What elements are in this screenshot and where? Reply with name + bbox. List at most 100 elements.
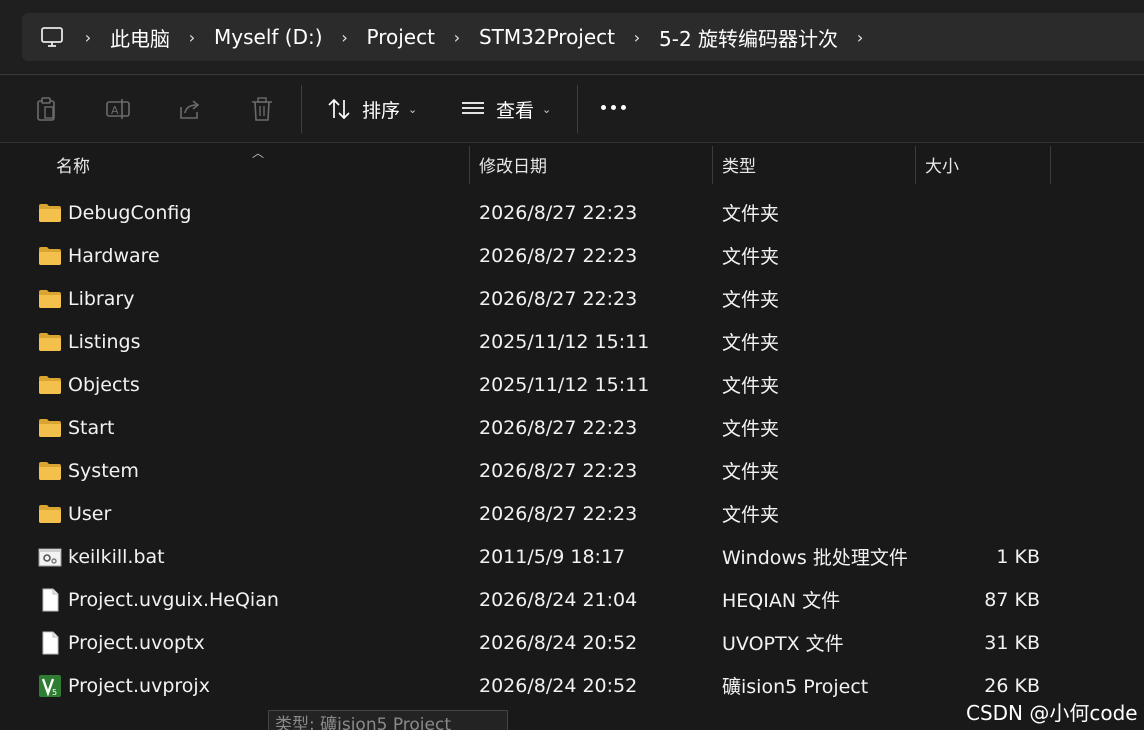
list-item[interactable]: Hardware 2026/8/27 22:23 文件夹 [0,234,1144,277]
file-size [916,449,1040,492]
file-name-cell[interactable]: Project.uvguix.HeQian [38,578,279,621]
paste-icon[interactable] [33,96,59,122]
more-options-icon[interactable] [601,105,626,110]
file-name-cell[interactable]: 5 Project.uvprojx [38,664,210,707]
file-type: 文件夹 [722,246,780,268]
file-name-cell[interactable]: DebugConfig [38,191,191,234]
list-item[interactable]: Project.uvoptx 2026/8/24 20:52 UVOPTX 文件 31… [0,621,1144,664]
breadcrumb-item-current-folder[interactable]: 5-2 旋转编码器计次 [655,23,842,52]
blank-file-icon [38,588,62,612]
file-date: 2026/8/24 21:04 [479,588,638,611]
view-lines-icon [462,102,484,114]
folder-icon [38,416,62,440]
trash-icon[interactable] [249,96,275,122]
file-date: 2025/11/12 15:11 [479,330,650,353]
file-date: 2026/8/27 22:23 [479,459,638,482]
sort-arrows-icon [328,98,350,120]
chevron-right-icon[interactable]: › [619,28,655,47]
file-name-cell[interactable]: Objects [38,363,140,406]
column-header-type[interactable]: 类型 [722,144,756,184]
file-name-cell[interactable]: keilkill.bat [38,535,165,578]
folder-icon [38,373,62,397]
file-type: 文件夹 [722,332,780,354]
column-resize-handle[interactable] [915,146,916,184]
file-name-cell[interactable]: Project.uvoptx [38,621,205,664]
list-item[interactable]: Start 2026/8/27 22:23 文件夹 [0,406,1144,449]
file-size: 31 KB [984,631,1040,654]
command-toolbar: A 排序 ⌄ 查看 ⌄ [0,75,1144,143]
file-type: UVOPTX 文件 [722,633,844,655]
list-item[interactable]: Objects 2025/11/12 15:11 文件夹 [0,363,1144,406]
file-name: Library [68,287,135,310]
file-name-cell[interactable]: Start [38,406,114,449]
file-date: 2011/5/9 18:17 [479,545,626,568]
file-name: Objects [68,373,140,396]
file-name: System [68,459,139,482]
chevron-right-icon[interactable]: › [842,28,878,47]
view-button[interactable]: 查看 ⌄ [460,93,551,125]
file-size [916,320,1040,363]
file-date: 2025/11/12 15:11 [479,373,650,396]
chevron-right-icon[interactable]: › [70,28,106,47]
rename-icon[interactable]: A [105,96,131,122]
list-item[interactable]: keilkill.bat 2011/5/9 18:17 Windows 批处理文件 1… [0,535,1144,578]
file-name: keilkill.bat [68,545,165,568]
breadcrumb-item-project[interactable]: Project [363,25,439,49]
chevron-right-icon[interactable]: › [174,28,210,47]
sort-button[interactable]: 排序 ⌄ [326,93,417,125]
watermark: CSDN @小何code [966,701,1138,725]
file-name: Listings [68,330,141,353]
breadcrumb-item-drive-d[interactable]: Myself (D:) [210,25,327,49]
file-name: Project.uvprojx [68,674,210,697]
list-item[interactable]: User 2026/8/27 22:23 文件夹 [0,492,1144,535]
file-name: Hardware [68,244,160,267]
column-header-size[interactable]: 大小 [925,144,959,184]
file-date: 2026/8/27 22:23 [479,287,638,310]
file-name-cell[interactable]: User [38,492,111,535]
file-type: 礦ision5 Project [722,676,869,698]
sort-ascending-icon: ︿ [252,146,265,160]
file-name-cell[interactable]: Library [38,277,134,320]
list-item[interactable]: Listings 2025/11/12 15:11 文件夹 [0,320,1144,363]
column-resize-handle[interactable] [1050,146,1051,184]
chevron-right-icon[interactable]: › [439,28,475,47]
folder-icon [38,244,62,268]
file-size [916,191,1040,234]
file-size [916,277,1040,320]
address-bar-region: › 此电脑 › Myself (D:) › Project › STM32Pro… [0,0,1144,74]
file-size: 87 KB [984,588,1040,611]
svg-text:A: A [111,104,119,117]
folder-icon [38,502,62,526]
column-resize-handle[interactable] [469,146,470,184]
list-item[interactable]: DebugConfig 2026/8/27 22:23 文件夹 [0,191,1144,234]
file-name-cell[interactable]: Listings [38,320,141,363]
keil-project-icon: 5 [38,674,62,698]
folder-icon [38,201,62,225]
view-label: 查看 [496,99,535,122]
breadcrumb-item-this-pc[interactable]: 此电脑 [106,23,174,52]
list-item[interactable]: System 2026/8/27 22:23 文件夹 [0,449,1144,492]
column-header-name[interactable]: 名称 [56,144,90,184]
file-date: 2026/8/27 22:23 [479,502,638,525]
list-item[interactable]: Library 2026/8/27 22:23 文件夹 [0,277,1144,320]
file-date: 2026/8/27 22:23 [479,416,638,439]
column-header-date[interactable]: 修改日期 [479,144,547,184]
file-date: 2026/8/24 20:52 [479,674,638,697]
file-size [916,363,1040,406]
chevron-right-icon[interactable]: › [327,28,363,47]
file-name: Project.uvguix.HeQian [68,588,279,611]
breadcrumb: › 此电脑 › Myself (D:) › Project › STM32Pro… [22,13,878,61]
address-bar[interactable]: › 此电脑 › Myself (D:) › Project › STM32Pro… [22,13,1144,61]
file-name-cell[interactable]: System [38,449,139,492]
batch-file-icon [38,545,62,569]
tooltip: 类型: 礦ision5 Project [268,710,508,730]
list-item[interactable]: Project.uvguix.HeQian 2026/8/24 21:04 HEQI… [0,578,1144,621]
file-size [916,406,1040,449]
share-icon[interactable] [177,96,203,122]
file-name-cell[interactable]: Hardware [38,234,160,277]
chevron-down-icon: ⌄ [542,102,552,116]
file-name: User [68,502,112,525]
column-resize-handle[interactable] [712,146,713,184]
breadcrumb-item-stm32project[interactable]: STM32Project [475,25,619,49]
computer-icon[interactable] [40,25,64,49]
